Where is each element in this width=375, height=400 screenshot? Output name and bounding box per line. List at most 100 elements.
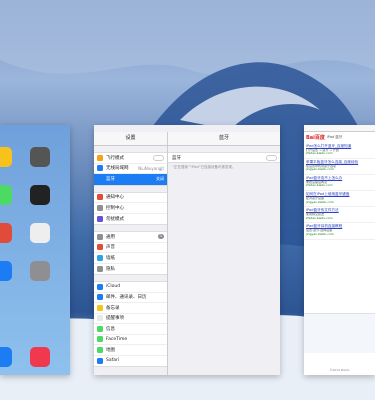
search-result[interactable]: iPad蓝牙耳机连接教程 设置-蓝牙-选择设备 jingyan.baidu.com <box>304 223 375 240</box>
bluetooth-row-label: 蓝牙 <box>172 155 181 161</box>
setting-icon <box>97 315 103 322</box>
sidebar-item-label: 通知中心 <box>106 195 124 201</box>
sidebar-item[interactable]: Safari <box>94 356 167 367</box>
sidebar-item-value: NiuNiuyangjt <box>138 165 164 171</box>
result-url: zhidao.baidu.com <box>306 215 333 220</box>
home-screen-card[interactable] <box>0 125 70 375</box>
setting-icon <box>97 244 103 251</box>
browser-card[interactable]: Bai百度 iPad 蓝牙 iPad怎么打开蓝牙_百度知道 打开设置 → 蓝牙 →… <box>304 125 375 375</box>
search-result[interactable]: iPad蓝牙传文件方法 使用隔空投送 zhidao.baidu.com <box>304 207 375 224</box>
sidebar-item-label: 蓝牙 <box>106 177 115 183</box>
sidebar-item[interactable]: 隐私 <box>94 264 167 275</box>
settings-group: iCloud 邮件、通讯录、日历 备忘录提醒事项信息 FaceTime 地图 Safari <box>94 281 167 367</box>
settings-group: 通知中心控制中心勿扰模式 <box>94 191 167 225</box>
setting-icon <box>97 357 103 364</box>
app-icon[interactable] <box>0 185 12 205</box>
video-app-icon[interactable] <box>30 185 50 205</box>
result-url: zhidao.baidu.com <box>306 183 333 188</box>
sidebar-item-label: 邮件、通讯录、日历 <box>106 295 147 301</box>
sidebar-item-label: 通用 <box>106 234 115 240</box>
bluetooth-row[interactable]: 蓝牙 <box>168 152 280 163</box>
setting-icon <box>97 265 103 272</box>
sidebar-item-label: 无线局域网 <box>106 166 129 172</box>
status-bar <box>94 125 280 132</box>
browser-toolbar <box>304 125 375 132</box>
sidebar-item-label: 地图 <box>106 347 115 353</box>
sidebar-item[interactable]: 蓝牙 关闭 <box>94 174 167 185</box>
sidebar-item-label: iCloud <box>106 284 121 290</box>
bluetooth-detail-pane: 蓝牙 “正在搜索”“iPad”已连接设备可被发现。 <box>168 146 280 375</box>
music-app-icon[interactable] <box>30 347 50 367</box>
bluetooth-toggle[interactable] <box>266 154 277 161</box>
update-badge: 1 <box>158 234 164 240</box>
app-icon[interactable] <box>0 223 12 243</box>
search-result[interactable]: iPad蓝牙连不上怎么办 重启设备后再试 zhidao.baidu.com <box>304 175 375 192</box>
browser-footer: ©2014 Baidu <box>329 368 350 372</box>
sidebar-item-label: 飞行模式 <box>106 155 124 161</box>
sidebar-item[interactable]: 声音 <box>94 243 167 253</box>
camera-app-icon[interactable] <box>30 147 50 167</box>
sidebar-item[interactable]: iCloud <box>94 282 167 293</box>
app-icon[interactable] <box>0 261 12 281</box>
setting-icon <box>97 154 103 161</box>
sidebar-item[interactable]: 飞行模式 <box>94 153 167 164</box>
sidebar-item[interactable]: 通知中心 <box>94 193 167 203</box>
search-result[interactable]: iPad怎么打开蓝牙_百度知道 打开设置 → 蓝牙 → 开启 zhidao.baid… <box>304 143 375 160</box>
settings-group: 通用 1 声音墙纸隐私 <box>94 231 167 275</box>
sidebar-item-label: 声音 <box>106 245 115 251</box>
sidebar-item[interactable]: 备忘录 <box>94 303 167 314</box>
setting-icon <box>97 325 103 332</box>
airplane-mode-toggle[interactable] <box>153 154 164 161</box>
sidebar-item[interactable]: 提醒事项 <box>94 314 167 324</box>
setting-icon <box>97 176 103 183</box>
setting-icon <box>97 215 103 222</box>
sidebar-item[interactable]: 控制中心 <box>94 203 167 214</box>
sidebar-item-label: 控制中心 <box>106 205 124 211</box>
setting-icon <box>97 204 103 211</box>
sidebar-item-label: 隐私 <box>106 266 115 272</box>
search-result[interactable]: 如何在iPad上使用蓝牙键盘 配对蓝牙设备 jingyan.baidu.com <box>304 191 375 208</box>
app-icon[interactable] <box>0 147 12 167</box>
baidu-logo: Bai百度 <box>306 135 325 141</box>
settings-sidebar: 飞行模式无线局域网 NiuNiuyangjt 蓝牙 关闭通知中心控制中心勿扰模式通用 1… <box>94 146 168 375</box>
result-url: jingyan.baidu.com <box>306 199 334 204</box>
game-center-app-icon[interactable] <box>30 223 50 243</box>
result-url: jingyan.baidu.com <box>306 167 334 172</box>
sidebar-item[interactable]: 墙纸 <box>94 253 167 264</box>
sidebar-item-label: 提醒事项 <box>106 316 124 322</box>
settings-app-card[interactable]: 设置 蓝牙 飞行模式 无线局域网 NiuNiuyangjt 蓝牙 关闭 通知中心 控制中心勿… <box>94 125 280 375</box>
setting-icon <box>97 283 103 290</box>
search-result[interactable]: 苹果平板蓝牙怎么连接_百度经验 在设置中找到蓝牙选项 jingyan.baidu.c… <box>304 159 375 176</box>
sidebar-item-label: Safari <box>106 358 120 364</box>
settings-title: 设置 <box>94 132 168 145</box>
weather-widget <box>304 313 375 353</box>
sidebar-item-label: FaceTime <box>106 336 128 342</box>
sidebar-item[interactable]: 邮件、通讯录、日历 <box>94 293 167 303</box>
sidebar-item-value: 关闭 <box>156 176 164 182</box>
sidebar-item[interactable]: 无线局域网 NiuNiuyangjt <box>94 164 167 174</box>
setting-icon <box>97 294 103 301</box>
search-results: iPad怎么打开蓝牙_百度知道 打开设置 → 蓝牙 → 开启 zhidao.baid… <box>304 143 375 240</box>
result-url: jingyan.baidu.com <box>306 231 334 236</box>
settings-nav-bar: 设置 蓝牙 <box>94 132 280 146</box>
sidebar-item-label: 勿扰模式 <box>106 216 124 222</box>
app-icon[interactable] <box>0 347 12 367</box>
sidebar-item[interactable]: 勿扰模式 <box>94 214 167 225</box>
sidebar-item-label: 备忘录 <box>106 305 120 311</box>
bluetooth-title: 蓝牙 <box>218 135 229 141</box>
bluetooth-note: “正在搜索”“iPad”已连接设备可被发现。 <box>172 165 236 169</box>
sidebar-item[interactable]: 地图 <box>94 345 167 356</box>
result-url: zhidao.baidu.com <box>306 151 333 156</box>
sidebar-item[interactable]: 通用 1 <box>94 232 167 243</box>
settings-group: 飞行模式无线局域网 NiuNiuyangjt 蓝牙 关闭 <box>94 152 167 186</box>
setting-icon <box>97 165 103 172</box>
setting-icon <box>97 304 103 311</box>
sidebar-item[interactable]: FaceTime <box>94 335 167 345</box>
setting-icon <box>97 336 103 343</box>
setting-icon <box>97 194 103 201</box>
settings-app-icon[interactable] <box>30 261 50 281</box>
baidu-logo-bar: Bai百度 iPad 蓝牙 <box>304 132 375 143</box>
sidebar-item[interactable]: 信息 <box>94 324 167 335</box>
sidebar-item-label: 信息 <box>106 326 115 332</box>
search-query[interactable]: iPad 蓝牙 <box>327 135 342 140</box>
